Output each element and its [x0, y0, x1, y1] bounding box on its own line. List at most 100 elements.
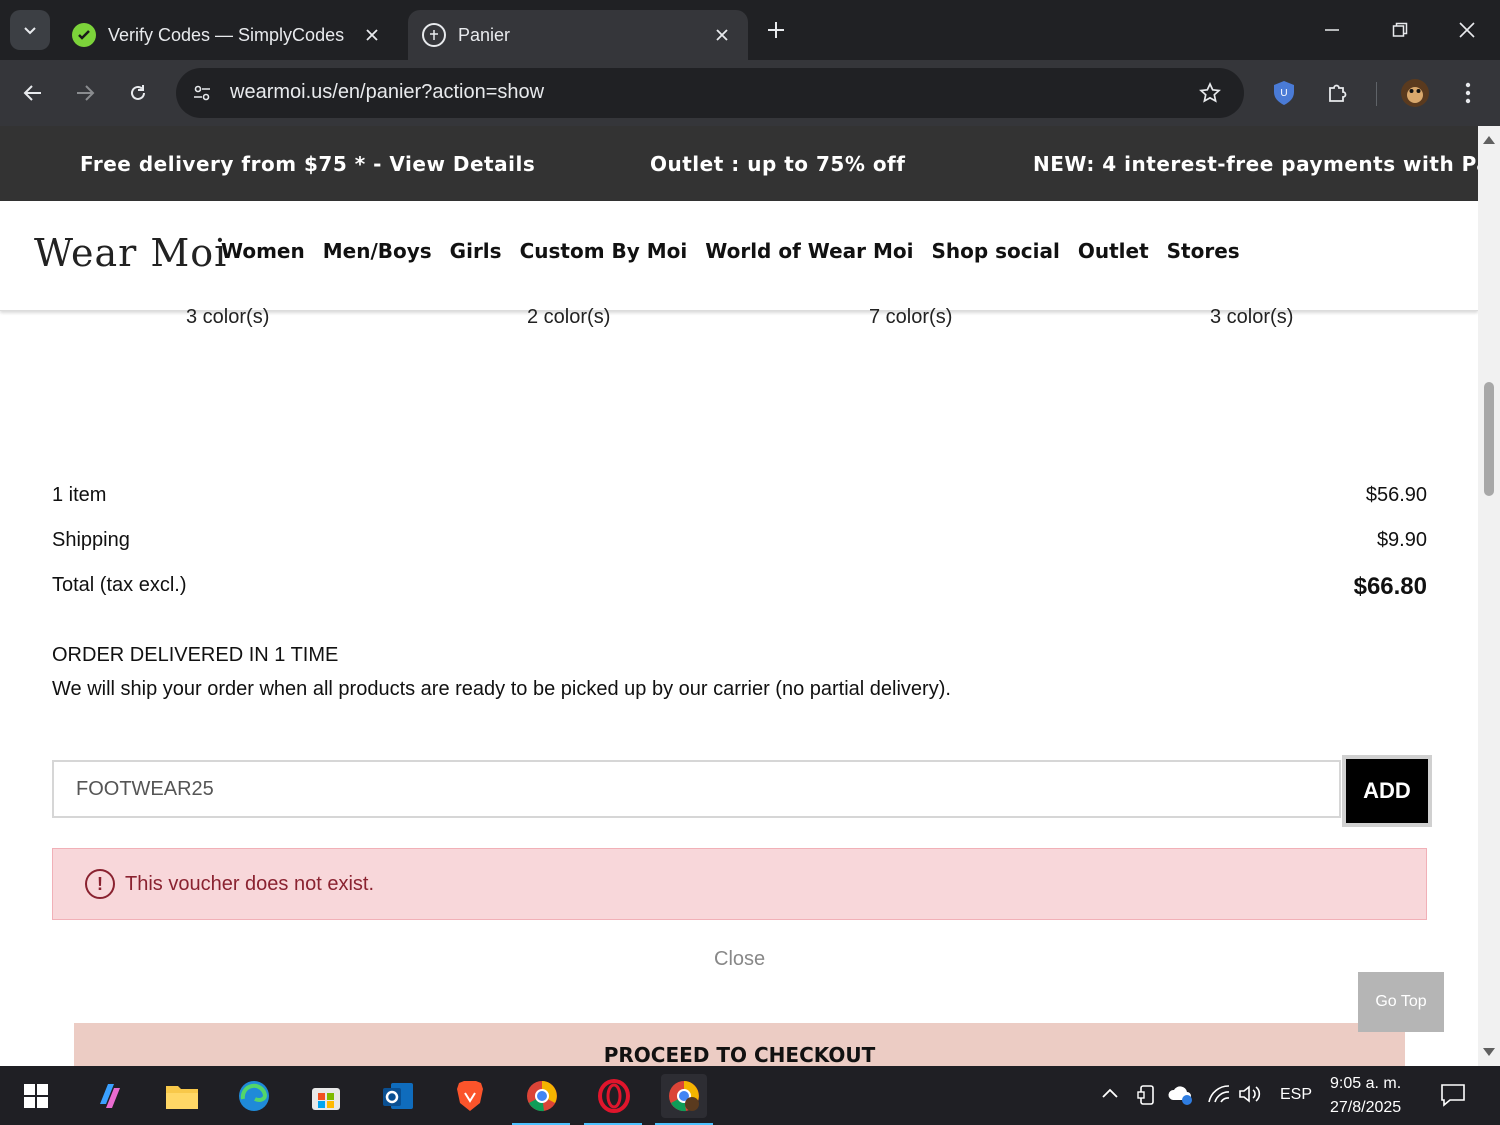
nav-shop-social[interactable]: Shop social [931, 239, 1059, 263]
product-color-count: 3 color(s) [186, 306, 270, 328]
tab-close-icon[interactable] [360, 23, 384, 47]
product-color-count: 3 color(s) [1210, 306, 1294, 328]
brave-app[interactable] [447, 1074, 493, 1118]
plus-icon [768, 22, 784, 38]
svg-text:U: U [1280, 88, 1287, 99]
tab-verify-codes[interactable]: Verify Codes — SimplyCodes [58, 10, 398, 60]
edge-app[interactable] [231, 1074, 277, 1118]
bookmark-star-icon[interactable] [1190, 73, 1230, 113]
tray-wifi-icon[interactable] [1207, 1084, 1231, 1109]
minimize-icon [1325, 29, 1339, 31]
page-scrollbar[interactable] [1478, 126, 1500, 1066]
start-button[interactable] [13, 1074, 59, 1118]
simplycodes-favicon-icon [72, 23, 96, 47]
shipping-value: $9.90 [1376, 529, 1427, 551]
nav-men-boys[interactable]: Men/Boys [323, 239, 432, 263]
tray-chevron-up-icon[interactable] [1100, 1084, 1120, 1109]
shipping-label: Shipping [52, 529, 130, 551]
tray-onedrive-icon[interactable] [1168, 1084, 1194, 1111]
nav-stores[interactable]: Stores [1167, 239, 1240, 263]
delivery-text: We will ship your order when all product… [52, 678, 951, 700]
site-logo[interactable]: Wear Moi [34, 231, 227, 275]
extension-shield-button[interactable]: U [1264, 73, 1304, 113]
nav-outlet[interactable]: Outlet [1078, 239, 1149, 263]
chrome-app-profile-1[interactable] [512, 1074, 570, 1125]
site-header: Wear Moi Women Men/Boys Girls Custom By … [0, 201, 1478, 311]
tray-device-icon[interactable] [1137, 1084, 1157, 1111]
file-explorer-app[interactable] [159, 1074, 205, 1118]
new-tab-button[interactable] [762, 16, 790, 44]
forward-button[interactable] [65, 73, 105, 113]
toolbar-divider [1376, 82, 1377, 106]
chrome-icon [669, 1081, 699, 1112]
outlook-app[interactable] [375, 1074, 421, 1118]
chrome-app-profile-2[interactable] [655, 1074, 713, 1125]
arrow-right-icon [77, 85, 95, 101]
puzzle-icon [1329, 84, 1347, 102]
nav-world-of-wear-moi[interactable]: World of Wear Moi [705, 239, 913, 263]
nav-custom-by-moi[interactable]: Custom By Moi [520, 239, 688, 263]
close-window-button[interactable] [1447, 10, 1487, 50]
folder-icon [166, 1086, 198, 1109]
opera-app[interactable] [584, 1074, 642, 1125]
clock-time: 9:05 a. m. [1330, 1075, 1402, 1092]
items-value: $56.90 [1365, 484, 1427, 506]
arrow-left-icon [23, 85, 41, 101]
url-text[interactable]: wearmoi.us/en/panier?action=show [230, 81, 544, 104]
notifications-icon[interactable] [1440, 1082, 1466, 1113]
tray-clock[interactable]: 9:05 a. m. 27/8/2025 [1330, 1072, 1401, 1120]
windows-taskbar: ESP 9:05 a. m. 27/8/2025 [0, 1066, 1500, 1125]
scroll-up-arrow-icon[interactable] [1483, 136, 1495, 144]
promo-free-delivery[interactable]: Free delivery from $75 * - View Details [80, 152, 535, 176]
nav-women[interactable]: Women [221, 239, 305, 263]
copilot-icon [100, 1084, 120, 1108]
profile-avatar[interactable] [1395, 73, 1435, 113]
scroll-down-arrow-icon[interactable] [1483, 1048, 1495, 1056]
tab-close-icon[interactable] [710, 23, 734, 47]
kebab-menu-icon [1465, 82, 1471, 104]
close-icon [1459, 22, 1475, 38]
tab-search-button[interactable] [10, 10, 50, 50]
reload-icon [131, 85, 145, 100]
shield-icon: U [1274, 81, 1294, 105]
store-icon [312, 1088, 340, 1110]
edge-icon [239, 1081, 269, 1111]
browser-tab-strip: Verify Codes — SimplyCodes Panier [0, 0, 1500, 60]
reload-button[interactable] [118, 73, 158, 113]
extensions-button[interactable] [1317, 73, 1357, 113]
clock-date: 27/8/2025 [1330, 1099, 1402, 1116]
nav-girls[interactable]: Girls [450, 239, 502, 263]
opera-icon [598, 1079, 630, 1113]
address-bar[interactable]: wearmoi.us/en/panier?action=show [176, 68, 1244, 118]
tray-language[interactable]: ESP [1280, 1086, 1312, 1104]
outlook-icon [383, 1083, 413, 1109]
delivery-title: ORDER DELIVERED IN 1 TIME [52, 644, 339, 666]
page-viewport: Free delivery from $75 * - View Details … [0, 126, 1478, 1066]
site-info-icon[interactable] [182, 73, 222, 113]
product-color-count: 2 color(s) [527, 306, 611, 328]
minimize-button[interactable] [1312, 10, 1352, 50]
tab-panier[interactable]: Panier [408, 10, 748, 60]
close-link[interactable]: Close [714, 948, 765, 971]
store-app[interactable] [303, 1074, 349, 1118]
tray-volume-icon[interactable] [1238, 1084, 1264, 1109]
exclamation-circle-icon: ! [85, 869, 115, 899]
browser-menu-button[interactable] [1448, 73, 1488, 113]
add-voucher-button[interactable]: ADD [1342, 755, 1432, 827]
restore-button[interactable] [1380, 10, 1420, 50]
brave-lion-icon [457, 1081, 483, 1111]
promo-payments[interactable]: NEW: 4 interest-free payments with Pa [1033, 152, 1478, 176]
promo-outlet[interactable]: Outlet : up to 75% off [650, 152, 905, 176]
go-top-button[interactable]: Go Top [1358, 972, 1444, 1032]
promo-banner: Free delivery from $75 * - View Details … [0, 126, 1478, 201]
back-button[interactable] [13, 73, 53, 113]
scrollbar-thumb[interactable] [1484, 382, 1494, 496]
voucher-error-alert: ! This voucher does not exist. [52, 848, 1427, 920]
voucher-code-input[interactable]: FOOTWEAR25 [52, 760, 1341, 818]
chevron-down-icon [24, 27, 36, 35]
copilot-app[interactable] [87, 1074, 133, 1118]
browser-toolbar: wearmoi.us/en/panier?action=show U [0, 60, 1500, 126]
total-label: Total (tax excl.) [52, 574, 187, 596]
proceed-to-checkout-button[interactable]: PROCEED TO CHECKOUT [74, 1023, 1405, 1066]
windows-logo-icon [24, 1084, 48, 1108]
